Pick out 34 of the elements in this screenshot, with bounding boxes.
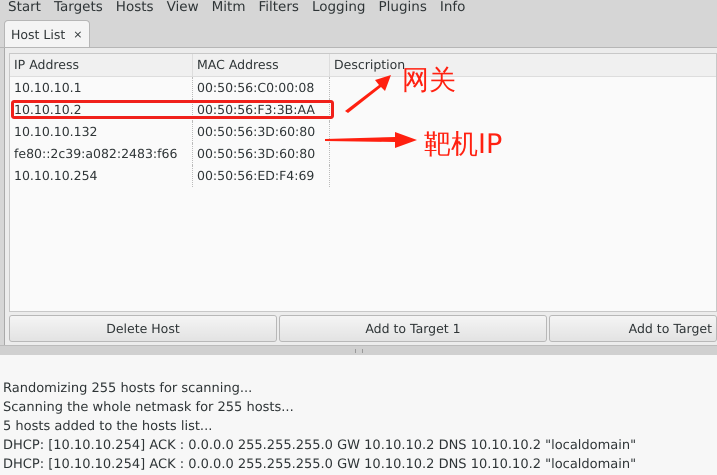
menu-item[interactable]: Filters [258,0,299,15]
action-button[interactable]: Add to Target 1 [279,315,547,342]
menu-item[interactable]: Targets [54,0,103,15]
table-cell-text: 00:50:56:ED:F4:69 [196,167,316,185]
log-line: Scanning the whole netmask for 255 hosts... [3,400,294,415]
table-cell: 10.10.10.132 [10,121,193,143]
menu-item[interactable]: Start [8,0,41,15]
menu-item[interactable]: Logging [312,0,366,15]
annotation-label: 靶机IP [424,130,502,160]
log-line: 5 hosts added to the hosts list... [3,419,212,434]
menu-item[interactable]: Info [440,0,466,15]
column-header[interactable]: MAC Address [193,54,329,76]
table-cell: 10.10.10.254 [10,165,193,187]
menu-item[interactable]: Plugins [378,0,427,15]
menu-item[interactable]: Mitm [212,0,246,15]
arrow-icon [325,132,417,148]
log-line: DHCP: [10.10.10.254] ACK : 0.0.0.0 255.255.255.0 GW 10.10.10.2 DNS 10.10.10.2 "localdomain" [3,438,636,453]
arrow-icon [343,73,393,113]
action-button[interactable]: Delete Host [9,315,277,342]
table-cell-text: 00:50:56:C0:00:08 [196,79,316,97]
tab[interactable]: Host List × [4,20,90,47]
table-cell-text: 00:50:56:F3:3B:AA [196,101,316,119]
table-cell: 10.10.10.2 [10,99,193,121]
log-line: Randomizing 255 hosts for scanning... [3,381,252,396]
column-header[interactable]: IP Address [10,54,193,76]
menu-item[interactable]: View [166,0,199,15]
table-cell-text: 00:50:56:3D:60:80 [196,123,316,141]
log-line: DHCP: [10.10.10.254] ACK : 0.0.0.0 255.255.255.0 GW 10.10.10.2 DNS 10.10.10.2 "localdomain" [3,457,636,472]
action-button[interactable]: Add to Target [549,315,717,342]
menu-item[interactable]: Hosts [116,0,154,15]
close-icon[interactable]: × [73,28,83,40]
table-cell-text: 00:50:56:3D:60:80 [196,145,316,163]
table-cell: 10.10.10.1 [10,77,193,99]
table-cell: fe80::2c39:a082:2483:f66 [10,143,193,165]
